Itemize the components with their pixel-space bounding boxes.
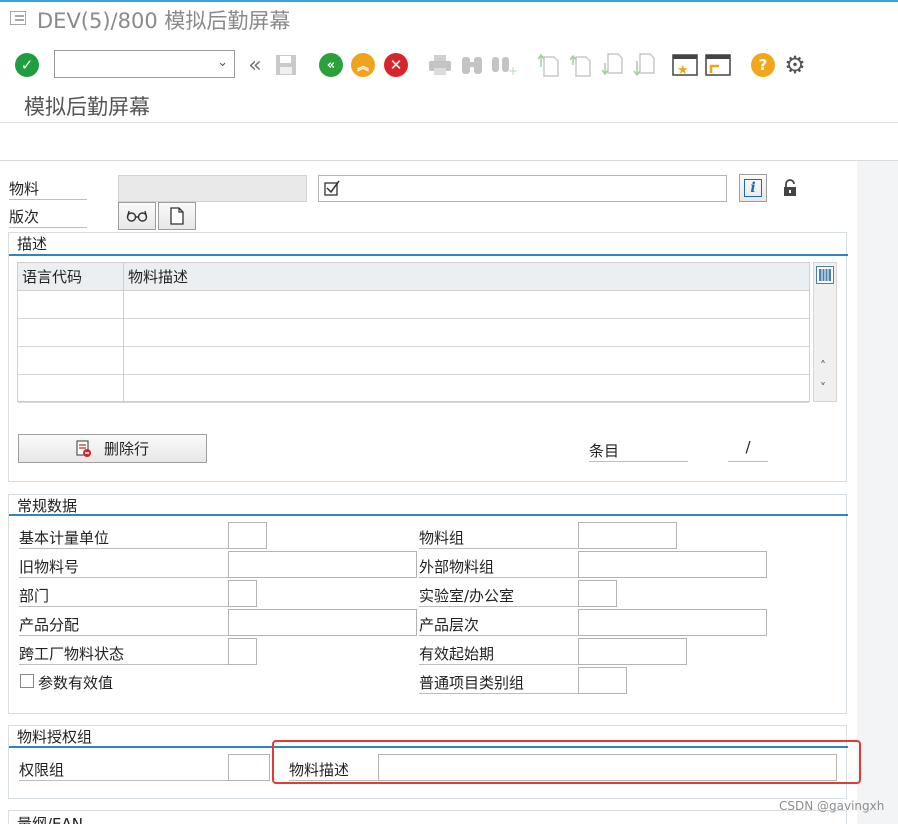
material-label: 物料	[9, 178, 87, 200]
exit-icon[interactable]: ︽	[350, 52, 376, 78]
dimensions-group: 量纲/EAN	[8, 810, 847, 824]
table-settings-icon[interactable]	[816, 266, 834, 284]
document-icon	[170, 207, 184, 225]
lab-office-field[interactable]	[578, 580, 617, 607]
svg-text:★: ★	[677, 63, 689, 77]
enter-check-icon[interactable]: ✓	[14, 52, 40, 78]
product-allocation-field[interactable]	[228, 609, 417, 636]
column-header-language[interactable]: 语言代码	[18, 263, 123, 291]
find-icon[interactable]	[459, 52, 485, 78]
table-scrollbar[interactable]: ˄ ˅	[813, 262, 837, 402]
description-table: 语言代码 物料描述	[17, 262, 810, 403]
product-hierarchy-field[interactable]	[578, 609, 767, 636]
valid-from-field[interactable]	[578, 638, 687, 665]
right-gutter	[857, 161, 898, 824]
help-icon[interactable]: ?	[750, 52, 776, 78]
screen-title: 模拟后勤屏幕	[24, 95, 150, 119]
material-group-label: 物料组	[419, 527, 578, 549]
table-row[interactable]	[18, 347, 809, 375]
next-page-icon[interactable]	[599, 52, 625, 78]
column-header-description[interactable]: 物料描述	[123, 263, 809, 291]
svg-text:+: +	[508, 64, 517, 76]
old-material-label: 旧物料号	[19, 556, 228, 578]
back-icon[interactable]: «	[318, 52, 344, 78]
table-row[interactable]	[18, 375, 809, 403]
base-uom-label: 基本计量单位	[19, 527, 228, 549]
settings-icon[interactable]: ⚙	[782, 51, 808, 79]
general-data-group-title: 常规数据	[17, 497, 78, 515]
column-divider	[123, 263, 124, 401]
table-row[interactable]	[18, 319, 809, 347]
table-row[interactable]	[18, 291, 809, 319]
new-version-button[interactable]	[158, 202, 196, 230]
lab-office-label: 实验室/办公室	[419, 585, 578, 607]
column-header-label: 物料描述	[128, 268, 189, 286]
material-short-text-field[interactable]	[318, 175, 727, 202]
collapse-icon[interactable]: «	[242, 52, 268, 78]
division-label: 部门	[19, 585, 228, 607]
display-version-button[interactable]	[118, 202, 156, 230]
old-material-field[interactable]	[228, 551, 417, 578]
gen-item-cat-group-label: 普通项目类别组	[419, 672, 578, 694]
param-effectivity-checkbox[interactable]	[20, 674, 34, 688]
delete-row-label: 删除行	[103, 440, 149, 458]
auth-group-label: 权限组	[19, 759, 228, 781]
find-next-icon[interactable]: +	[491, 52, 517, 78]
highlight-box	[272, 740, 861, 784]
auth-group-field[interactable]	[228, 754, 270, 781]
delete-row-icon	[76, 439, 91, 457]
entries-label: 条目	[589, 440, 688, 462]
material-number-field	[118, 175, 307, 202]
group-title-underline	[9, 514, 848, 516]
info-icon: i	[744, 179, 762, 197]
cross-plant-status-label: 跨工厂物料状态	[19, 643, 228, 665]
window-title: DEV(5)/800 模拟后勤屏幕	[37, 9, 291, 33]
param-effectivity-label: 参数有效值	[38, 674, 114, 692]
info-button[interactable]: i	[739, 174, 767, 202]
valid-from-label: 有效起始期	[419, 643, 578, 665]
scroll-down-icon[interactable]: ˅	[820, 381, 826, 395]
lock-icon[interactable]	[782, 179, 798, 201]
scroll-up-icon[interactable]: ˄	[820, 359, 826, 373]
create-session-icon[interactable]: ★	[672, 52, 698, 78]
menu-icon[interactable]	[10, 11, 26, 25]
material-group-field[interactable]	[578, 522, 677, 549]
glasses-icon	[126, 210, 148, 222]
command-field[interactable]: ⌄	[54, 50, 235, 78]
base-uom-field[interactable]	[228, 522, 267, 549]
prev-page-icon[interactable]	[567, 52, 593, 78]
first-page-icon[interactable]	[535, 52, 561, 78]
group-title-underline	[9, 254, 848, 256]
product-allocation-label: 产品分配	[19, 614, 228, 636]
ext-material-group-label: 外部物料组	[419, 556, 578, 578]
shortcut-icon[interactable]	[705, 52, 731, 78]
description-group-title: 描述	[17, 235, 48, 253]
gen-item-cat-group-field[interactable]	[578, 667, 627, 694]
delete-row-button[interactable]: 删除行	[18, 434, 207, 463]
dimensions-group-title: 量纲/EAN	[17, 815, 84, 824]
division-field[interactable]	[228, 580, 257, 607]
entries-value: /	[728, 438, 768, 462]
watermark: CSDN @gavingxh	[779, 799, 885, 813]
column-header-label: 语言代码	[22, 268, 83, 286]
authorization-group-title: 物料授权组	[17, 728, 93, 746]
header-divider	[0, 122, 898, 123]
title-bar: DEV(5)/800 模拟后勤屏幕	[0, 0, 898, 36]
ext-material-group-field[interactable]	[578, 551, 767, 578]
last-page-icon[interactable]	[631, 52, 657, 78]
chevron-down-icon[interactable]: ⌄	[217, 55, 228, 70]
save-icon[interactable]	[273, 52, 299, 78]
version-label: 版次	[9, 206, 87, 228]
cancel-icon[interactable]: ✕	[383, 52, 409, 78]
print-icon[interactable]	[427, 52, 453, 78]
checkbox-icon	[324, 180, 340, 196]
toolbar: ✓ ⌄ « « ︽ ✕ + ★ ? ⚙	[0, 44, 898, 86]
product-hierarchy-label: 产品层次	[419, 614, 578, 636]
cross-plant-status-field[interactable]	[228, 638, 257, 665]
